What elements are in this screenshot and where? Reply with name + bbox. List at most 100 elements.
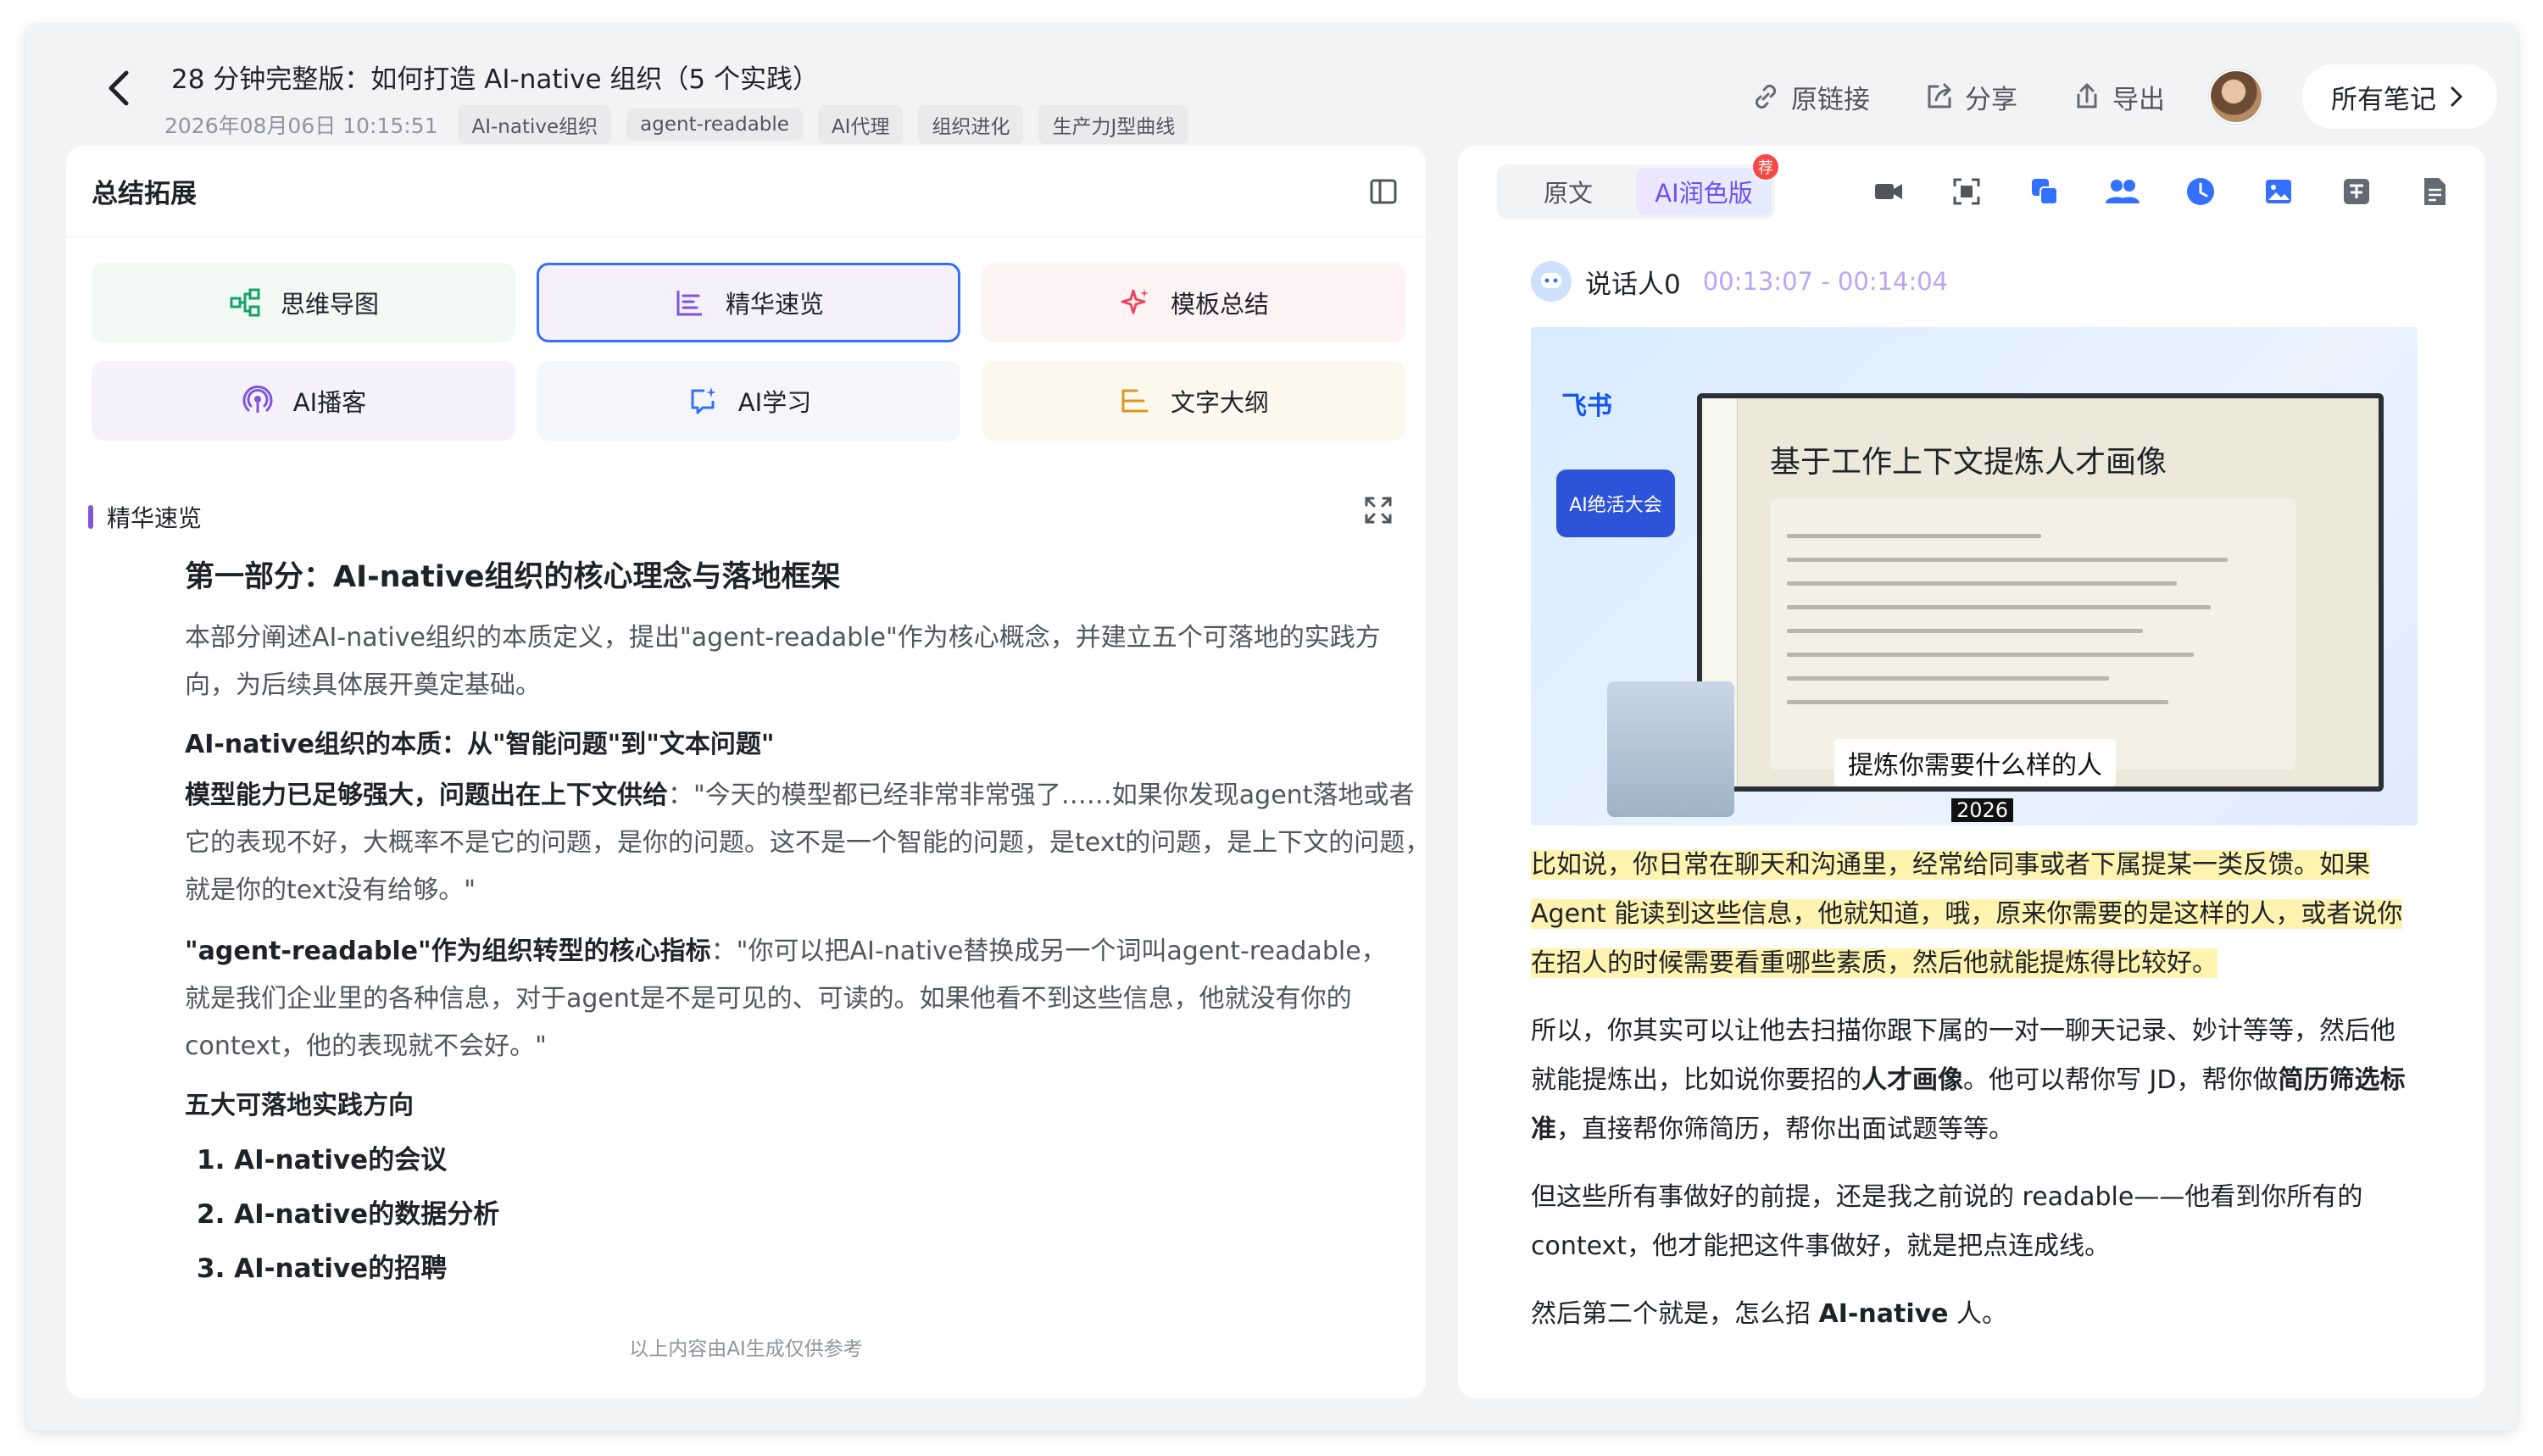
slide-text-line xyxy=(1787,700,2168,704)
transcript-text: 然后第二个就是，怎么招 xyxy=(1531,1299,1819,1329)
export-button[interactable]: 导出 xyxy=(2070,78,2165,116)
screenshot-icon[interactable] xyxy=(1946,171,1987,212)
version-tabs: 原文 AI润色版 荐 xyxy=(1497,153,1780,219)
all-notes-button[interactable]: 所有笔记 xyxy=(2302,64,2497,129)
expand-icon xyxy=(1365,497,1392,524)
document-icon[interactable] xyxy=(2414,171,2455,212)
mindmap-button[interactable]: 思维导图 xyxy=(92,263,515,342)
slide-text-line xyxy=(1787,653,2194,657)
recommend-badge: 荐 xyxy=(1751,153,1780,181)
transcript-paragraph: 但这些所有事做好的前提，还是我之前说的 readable——他看到你所有的 co… xyxy=(1531,1182,2363,1261)
ai-learn-button[interactable]: AI学习 xyxy=(537,361,960,441)
slide-text-line xyxy=(1787,581,2177,586)
speakers-icon[interactable] xyxy=(2102,171,2143,212)
original-link-button[interactable]: 原链接 xyxy=(1749,78,1870,116)
highlighted-text[interactable]: 比如说，你日常在聊天和沟通里，经常给同事或者下属提某一类反馈。如果 Agent … xyxy=(1531,850,2403,978)
transcript-panel: 原文 AI润色版 荐 说话人0 00:13:07 - 00:14:04 飞书 A… xyxy=(1458,146,2485,1398)
tag[interactable]: AI代理 xyxy=(817,105,904,144)
slide-text-line xyxy=(1787,605,2211,609)
practice-list: 1. AI-native的会议 2. AI-native的数据分析 3. AI-… xyxy=(185,1133,1422,1296)
original-link-label: 原链接 xyxy=(1791,84,1870,115)
template-summary-button[interactable]: 模板总结 xyxy=(982,263,1405,342)
clock-icon[interactable] xyxy=(2180,171,2221,212)
list-item: 1. AI-native的会议 xyxy=(197,1145,448,1175)
point-title: 模型能力已足够强大，问题出在上下文供给 xyxy=(185,781,668,810)
tab-ai-polished[interactable]: AI润色版 xyxy=(1636,168,1772,215)
transcript-panel-header: 原文 AI润色版 荐 xyxy=(1458,146,2485,237)
page-title: 28 分钟完整版：如何打造 AI-native 组织（5 个实践） xyxy=(171,64,819,95)
template-summary-label: 模板总结 xyxy=(1170,290,1269,319)
keyword: AI-native xyxy=(1818,1299,1949,1329)
tag[interactable]: AI-native组织 xyxy=(458,105,612,144)
list-item: 2. AI-native的数据分析 xyxy=(197,1199,500,1230)
note-date: 2026年08月06日 10:15:51 xyxy=(164,114,438,138)
keyword: 人才画像 xyxy=(1861,1065,1963,1095)
tag[interactable]: 组织进化 xyxy=(918,105,1024,144)
share-icon xyxy=(1928,83,1951,108)
back-button[interactable] xyxy=(93,61,144,115)
outline-button[interactable]: 文字大纲 xyxy=(982,361,1405,441)
chevron-right-icon xyxy=(2451,86,2462,107)
image-icon[interactable] xyxy=(2258,171,2299,212)
transcript-paragraph: 比如说，你日常在聊天和沟通里，经常给同事或者下属提某一类反馈。如果 Agent … xyxy=(1531,841,2418,988)
essence-icon xyxy=(676,291,702,316)
speaker-timestamp[interactable]: 00:13:07 - 00:14:04 xyxy=(1703,267,1948,296)
transcript-text: ，直接帮你筛简历，帮你出面试题等等。 xyxy=(1556,1114,2014,1144)
tool-grid: 思维导图 精华速览 模板总结 AI播客 AI学习 文字大纲 xyxy=(92,263,1409,441)
video-icon[interactable] xyxy=(1868,171,1909,212)
summary-panel: 总结拓展 思维导图 精华速览 模板总结 AI播客 AI学习 文字大纲 精华速览 … xyxy=(66,146,1430,1398)
subheading: 五大可落地实践方向 xyxy=(185,1091,414,1120)
podcast-button[interactable]: AI播客 xyxy=(92,361,515,441)
avatar[interactable] xyxy=(2209,69,2263,124)
podcast-icon xyxy=(242,385,273,413)
slide-title: 基于工作上下文提炼人才画像 xyxy=(1770,445,2167,480)
ai-disclaimer: 以上内容由AI生成仅供参考 xyxy=(629,1338,863,1360)
tab-original[interactable]: 原文 xyxy=(1500,168,1636,215)
slide-text-line xyxy=(1787,534,2041,538)
content-heading: 第一部分：AI-native组织的核心理念与落地框架 xyxy=(185,560,841,594)
link-icon xyxy=(1755,84,1777,109)
expand-button[interactable] xyxy=(1356,488,1400,532)
transcript-toolbar xyxy=(1868,171,2455,212)
speaker-avatar-icon xyxy=(1531,261,1572,302)
share-button[interactable]: 分享 xyxy=(1923,78,2017,116)
tag[interactable]: agent-readable xyxy=(626,108,803,141)
transcript-paragraph: 然后第二个就是，怎么招 AI-native 人。 xyxy=(1531,1290,2418,1339)
translate-icon[interactable] xyxy=(2336,171,2377,212)
summary-panel-header: 总结拓展 xyxy=(66,146,1426,237)
sidebar-toggle-icon[interactable] xyxy=(1368,176,1399,207)
subheading: AI-native组织的本质：从"智能问题"到"文本问题" xyxy=(185,730,775,759)
export-icon xyxy=(2077,83,2097,108)
section-label: 精华速览 xyxy=(88,500,202,534)
video-caption: 提炼你需要什么样的人 xyxy=(1834,739,2116,786)
brand-logo: 飞书 xyxy=(1561,392,1612,421)
mindmap-icon xyxy=(230,288,260,317)
all-notes-label: 所有笔记 xyxy=(2331,84,2436,115)
section-bar xyxy=(88,505,93,529)
export-label: 导出 xyxy=(2112,84,2165,115)
essence-label: 精华速览 xyxy=(725,290,824,319)
copy-icon[interactable] xyxy=(2024,171,2065,212)
point-title: "agent-readable"作为组织转型的核心指标 xyxy=(185,936,711,966)
transcript-paragraph: 所以，你其实可以让他去扫描你跟下属的一对一聊天记录、妙计等等，然后他就能提炼出，… xyxy=(1531,1007,2418,1154)
app-window: 28 分钟完整版：如何打造 AI-native 组织（5 个实践） 2026年0… xyxy=(25,24,2518,1431)
sparkle-icon xyxy=(1121,289,1149,314)
slide-text-line xyxy=(1787,629,2143,633)
presentation-slide: 基于工作上下文提炼人才画像 xyxy=(1697,393,2384,792)
speaker-name: 说话人0 xyxy=(1585,269,1681,300)
header-actions: 原链接 分享 导出 所有笔记 xyxy=(1696,64,2497,129)
point-paragraph: 模型能力已足够强大，问题出在上下文供给："今天的模型都已经非常非常强了……如果你… xyxy=(185,772,1431,914)
chevron-left-icon xyxy=(109,70,129,106)
outline-icon xyxy=(1121,389,1149,413)
mindmap-label: 思维导图 xyxy=(280,290,379,319)
transcript-text: 。他可以帮你写 JD，帮你做 xyxy=(1963,1065,2279,1095)
intro-paragraph: 本部分阐述AI-native组织的本质定义，提出"agent-readable"… xyxy=(185,623,1381,700)
outline-label: 文字大纲 xyxy=(1170,388,1269,417)
essence-button[interactable]: 精华速览 xyxy=(537,263,960,342)
meta-row: 2026年08月06日 10:15:51 AI-native组织 agent-r… xyxy=(164,105,1189,144)
tag[interactable]: 生产力J型曲线 xyxy=(1038,105,1189,144)
share-label: 分享 xyxy=(1965,84,2017,115)
video-frame[interactable]: 飞书 AI绝活大会 基于工作上下文提炼人才画像 提炼你需要什么样的人 2026 xyxy=(1531,327,2418,825)
slide-content-box xyxy=(1770,498,2295,770)
ai-learn-label: AI学习 xyxy=(737,388,812,417)
